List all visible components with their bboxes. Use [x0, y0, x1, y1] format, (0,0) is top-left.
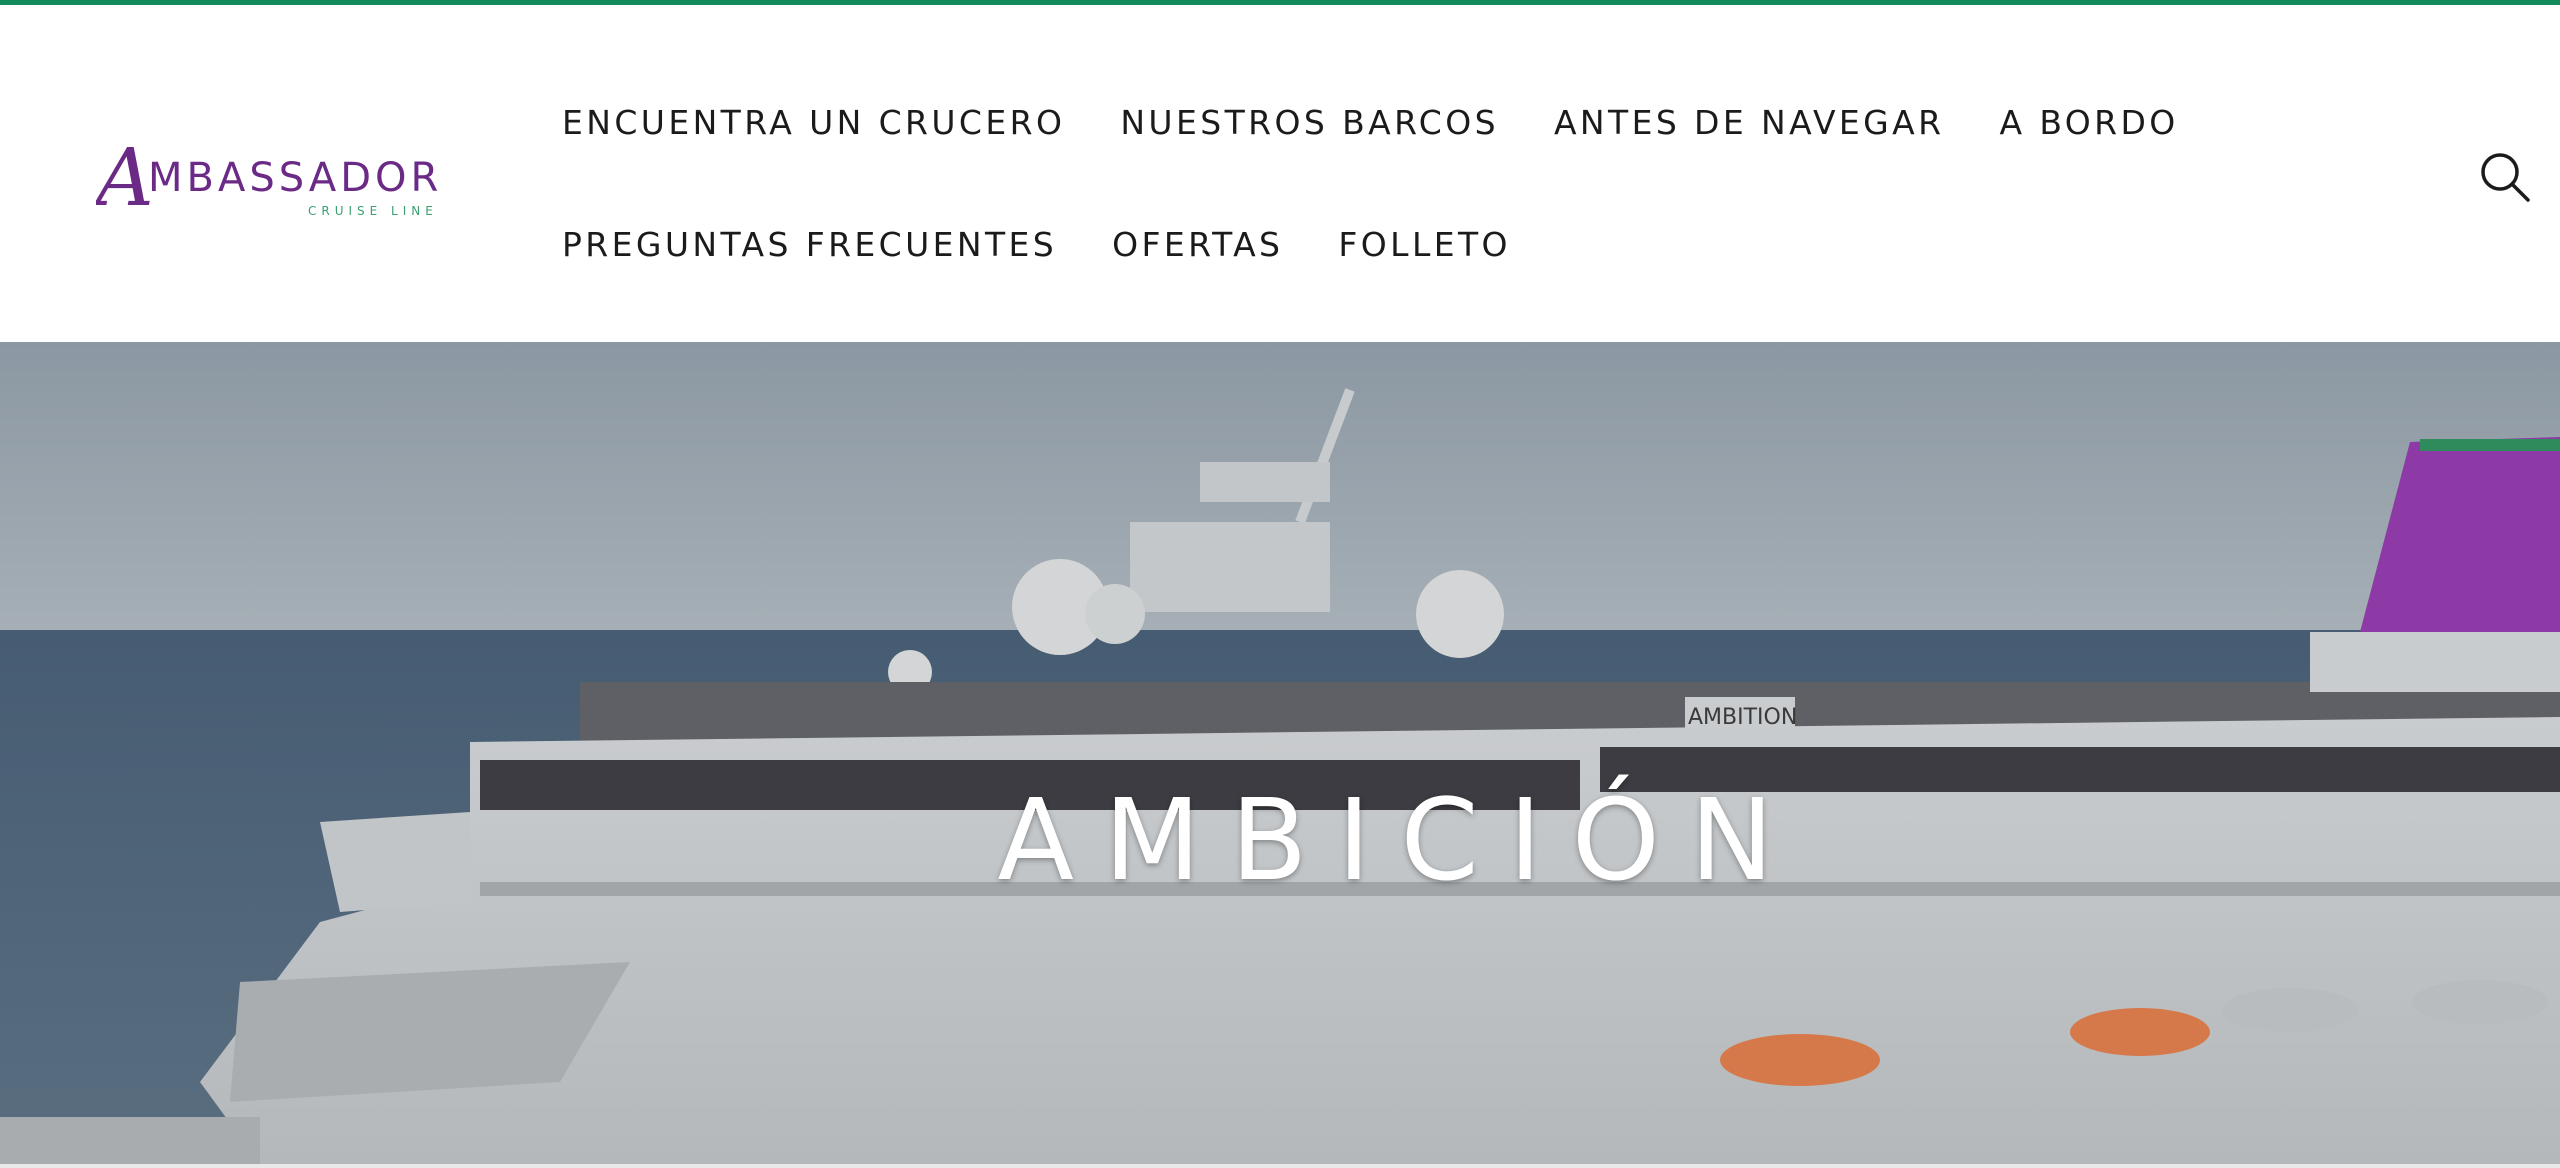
- nav-item-ofertas[interactable]: OFERTAS: [1112, 225, 1283, 264]
- logo-tagline: CRUISE LINE: [308, 204, 438, 218]
- search-icon[interactable]: [2478, 150, 2532, 204]
- brand-logo[interactable]: A MBASSADOR CRUISE LINE: [96, 133, 456, 225]
- hero-title: AMBICIÓN: [997, 776, 1804, 906]
- ship-name-plate: AMBITION: [1688, 705, 1797, 730]
- nav-item-folleto[interactable]: FOLLETO: [1338, 225, 1511, 264]
- nav-row-2: PREGUNTAS FRECUENTES OFERTAS FOLLETO: [562, 215, 2222, 273]
- nav-item-antes-de-navegar[interactable]: ANTES DE NAVEGAR: [1554, 103, 1945, 142]
- nav-item-encuentra-un-crucero[interactable]: ENCUENTRA UN CRUCERO: [562, 103, 1065, 142]
- logo-letter-a: A: [96, 133, 154, 224]
- nav-item-a-bordo[interactable]: A BORDO: [1999, 103, 2178, 142]
- nav-item-nuestros-barcos[interactable]: NUESTROS BARCOS: [1120, 103, 1499, 142]
- hero-bottom-border: [0, 1164, 2560, 1168]
- nav-row-1: ENCUENTRA UN CRUCERO NUESTROS BARCOS ANT…: [562, 93, 2222, 151]
- logo-wordmark: MBASSADOR: [148, 155, 442, 201]
- hero-banner: AMBITION AMBICIÓN: [0, 342, 2560, 1164]
- site-header: A MBASSADOR CRUISE LINE ENCUENTRA UN CRU…: [0, 5, 2560, 342]
- main-navigation: ENCUENTRA UN CRUCERO NUESTROS BARCOS ANT…: [562, 93, 2222, 337]
- nav-item-preguntas-frecuentes[interactable]: PREGUNTAS FRECUENTES: [562, 225, 1057, 264]
- hero-ship-image: AMBITION: [0, 342, 2560, 1164]
